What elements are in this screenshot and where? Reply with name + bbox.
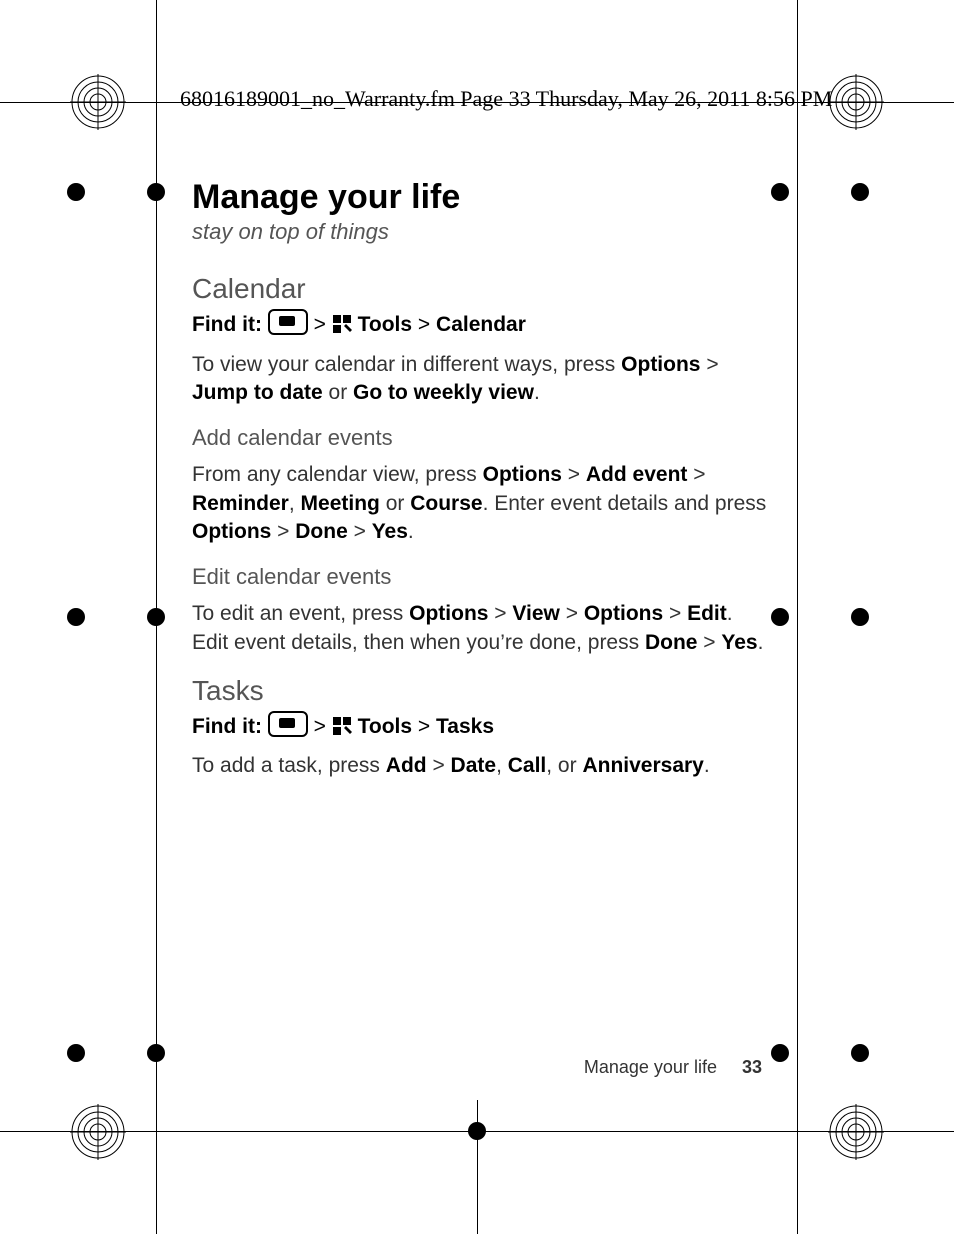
footer-section: Manage your life <box>584 1057 717 1077</box>
add-events-text: From any calendar view, press Options > … <box>192 461 772 546</box>
crop-dot-icon <box>67 608 85 626</box>
edit-events-heading: Edit calendar events <box>192 564 772 590</box>
page-number: 33 <box>742 1057 762 1077</box>
crop-dot-icon <box>771 183 789 201</box>
crop-dot-icon <box>147 183 165 201</box>
edit-events-text: To edit an event, press Options > View >… <box>192 600 772 657</box>
tools-icon <box>332 312 352 332</box>
crop-dot-icon <box>851 608 869 626</box>
registration-mark-icon <box>828 1104 884 1160</box>
find-it-tasks: Find it: > Tools > Tasks <box>192 711 772 743</box>
page-title: Manage your life <box>192 178 772 217</box>
registration-mark-icon <box>70 1104 126 1160</box>
tasks-intro: To add a task, press Add > Date, Call, o… <box>192 752 772 780</box>
crop-dot-icon <box>67 1044 85 1062</box>
section-tasks: Tasks <box>192 675 772 707</box>
find-it-calendar: Find it: > Tools > Calendar <box>192 309 772 341</box>
crop-dot-icon <box>67 183 85 201</box>
crop-dot-icon <box>468 1122 486 1140</box>
add-events-heading: Add calendar events <box>192 425 772 451</box>
page-footer: Manage your life 33 <box>584 1057 762 1078</box>
crop-mark <box>477 1100 478 1234</box>
home-key-icon <box>268 309 308 335</box>
tools-icon <box>332 714 352 734</box>
home-key-icon <box>268 711 308 737</box>
crop-mark <box>797 0 798 1234</box>
crop-dot-icon <box>771 1044 789 1062</box>
crop-dot-icon <box>147 1044 165 1062</box>
crop-dot-icon <box>851 1044 869 1062</box>
page-subtitle: stay on top of things <box>192 219 772 245</box>
page-content: Manage your life stay on top of things C… <box>192 178 772 799</box>
crop-dot-icon <box>147 608 165 626</box>
calendar-intro: To view your calendar in different ways,… <box>192 351 772 408</box>
crop-dot-icon <box>851 183 869 201</box>
print-header: 68016189001_no_Warranty.fm Page 33 Thurs… <box>180 86 832 112</box>
crop-dot-icon <box>771 608 789 626</box>
section-calendar: Calendar <box>192 273 772 305</box>
